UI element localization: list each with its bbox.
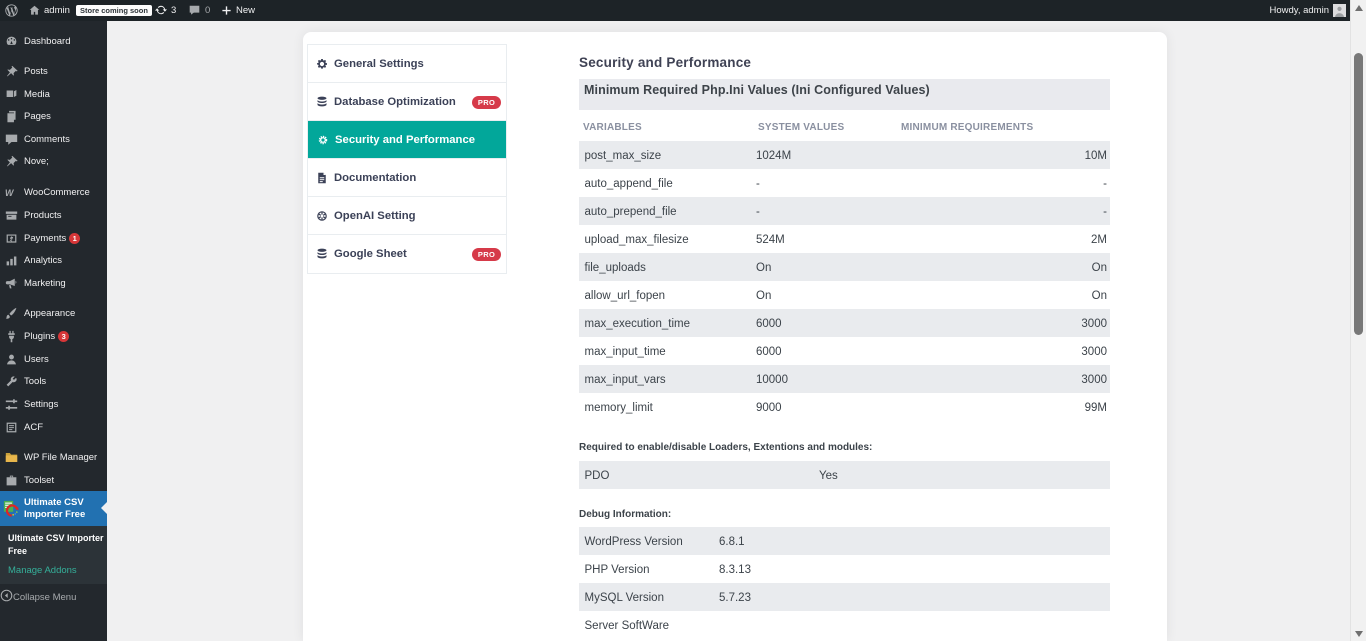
- svg-text:W: W: [5, 187, 15, 197]
